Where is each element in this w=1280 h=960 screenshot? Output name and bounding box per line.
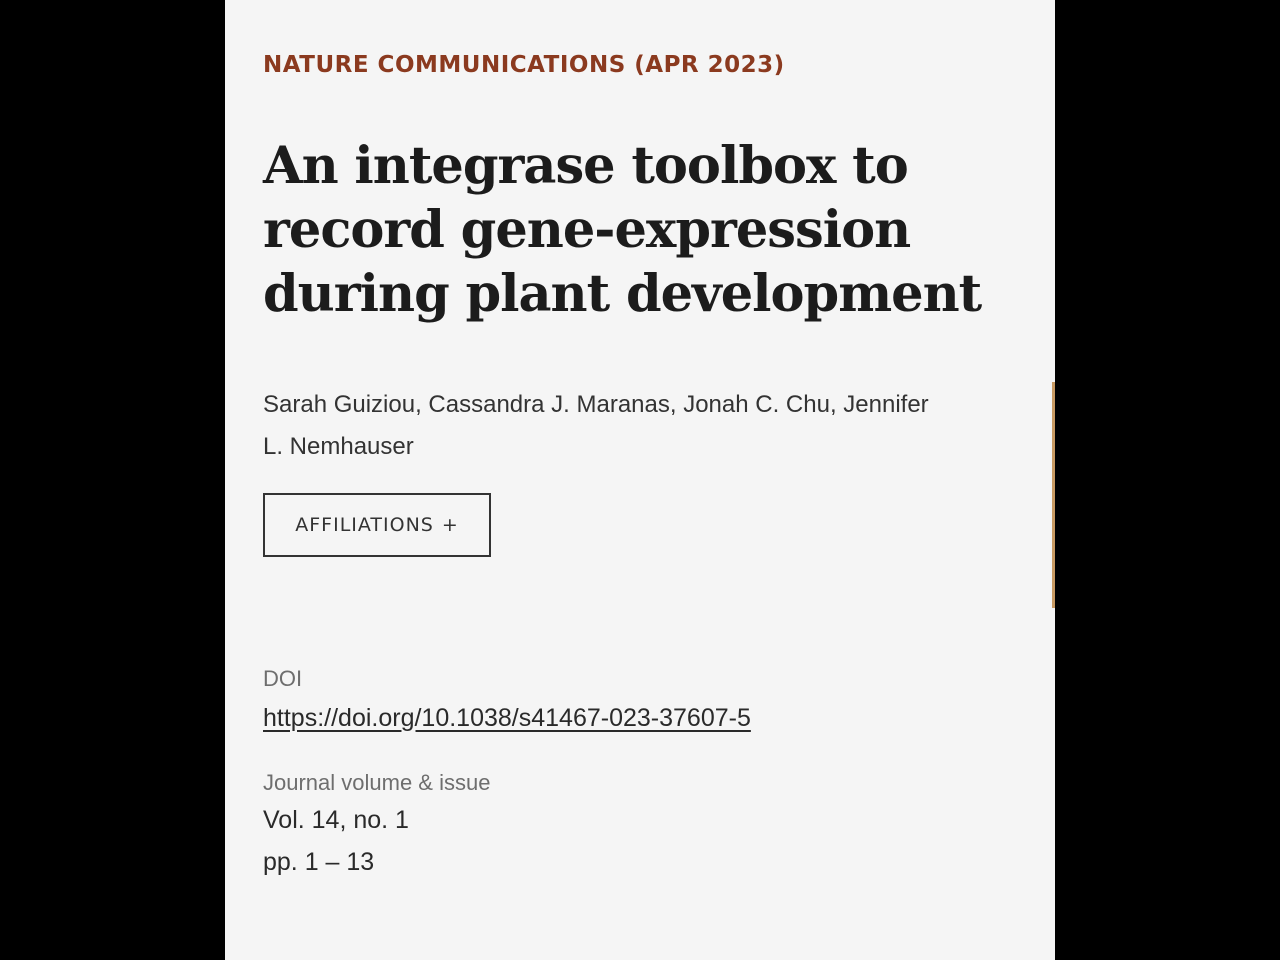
affiliations-button[interactable]: AFFILIATIONS +: [263, 493, 491, 557]
journal-pages: pp. 1 – 13: [263, 848, 375, 876]
article-page: NATURE COMMUNICATIONS (APR 2023) An inte…: [225, 0, 1055, 960]
plus-icon: +: [441, 514, 459, 536]
author-list: Sarah Guiziou, Cassandra J. Maranas, Jon…: [263, 391, 929, 460]
doi-value: https://doi.org/10.1038/s41467-023-37607…: [263, 697, 751, 739]
affiliations-label: AFFILIATIONS: [295, 514, 434, 536]
side-accent-bar: [1052, 382, 1055, 608]
journal-name: NATURE COMMUNICATIONS (APR 2023): [263, 52, 785, 78]
journal-volume-label: Journal volume & issue: [263, 770, 491, 795]
doi-link[interactable]: https://doi.org/10.1038/s41467-023-37607…: [263, 704, 751, 732]
journal-volume: Vol. 14, no. 1: [263, 806, 409, 834]
doi-label: DOI: [263, 666, 303, 691]
article-title: An integrase toolbox to record gene-expr…: [263, 136, 982, 324]
